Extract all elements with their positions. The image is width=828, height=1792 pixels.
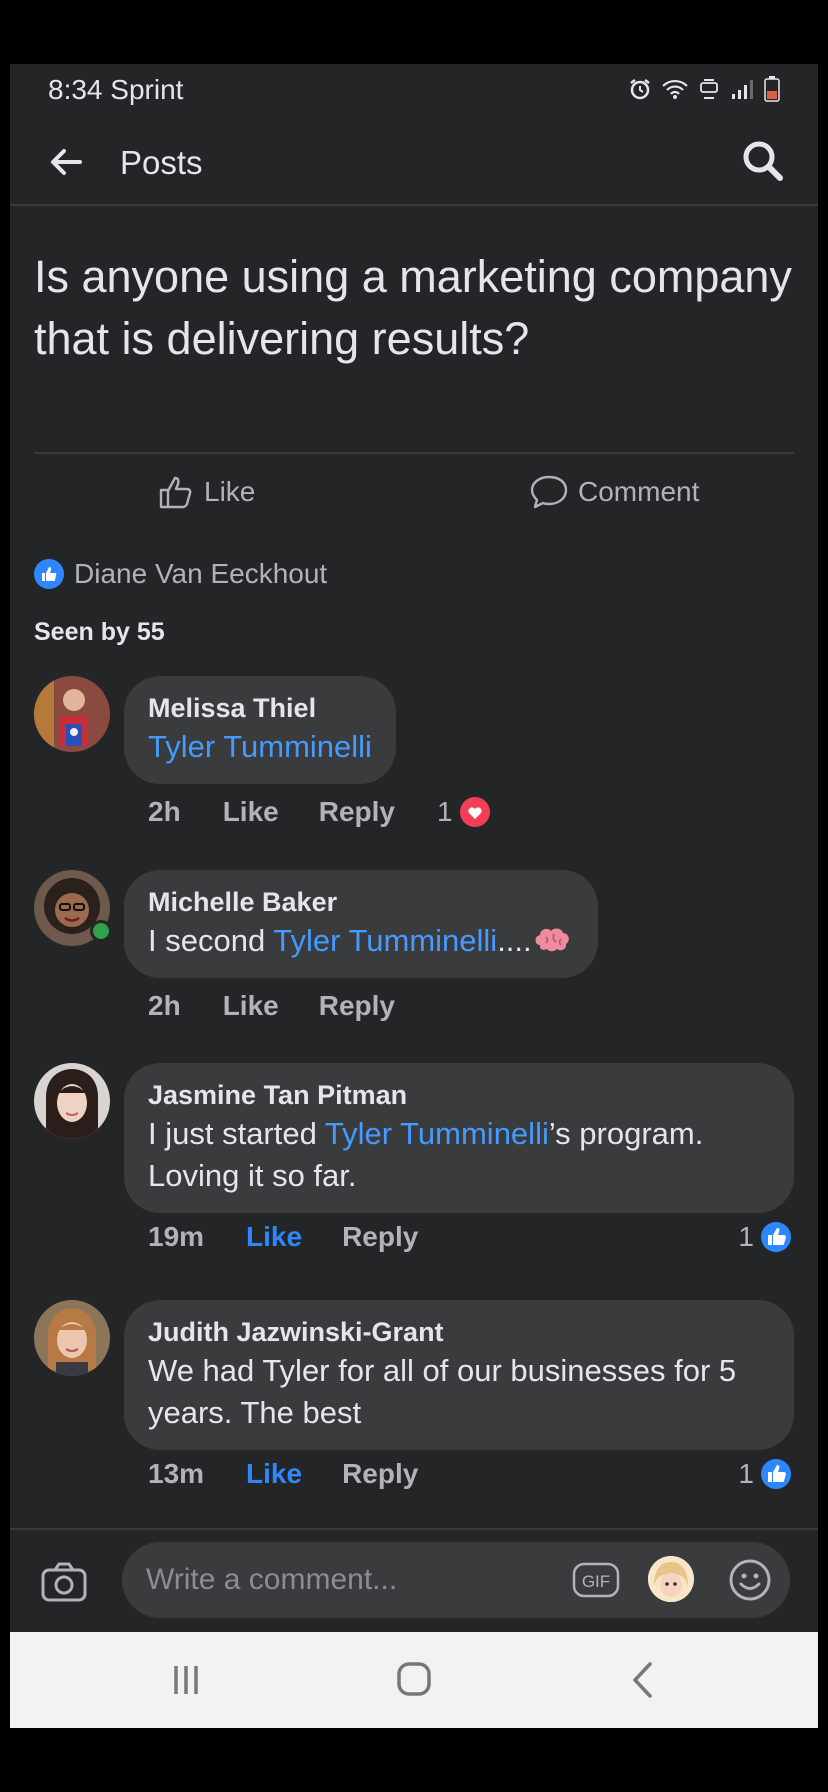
like-label: Like xyxy=(204,476,256,507)
avatar[interactable] xyxy=(34,1300,110,1376)
comment-like-button[interactable]: Like xyxy=(246,1221,302,1253)
reaction-count: 1 xyxy=(738,1221,754,1252)
home-icon[interactable] xyxy=(390,1658,438,1702)
comment-text: I just started Tyler Tumminelli’s progra… xyxy=(148,1113,770,1197)
reaction-count: 1 xyxy=(738,1458,754,1489)
comment-bubble[interactable]: Judith Jazwinski-Grant We had Tyler for … xyxy=(124,1300,794,1450)
status-bar: 8:34 Sprint xyxy=(10,64,818,116)
comment-time[interactable]: 2h xyxy=(148,796,181,828)
emoji-icon[interactable] xyxy=(728,1558,772,1602)
alarm-icon xyxy=(630,79,650,100)
comment-time[interactable]: 13m xyxy=(148,1458,204,1490)
thumbs-up-icon xyxy=(761,1222,791,1252)
commenter-name[interactable]: Melissa Thiel xyxy=(148,690,372,726)
commenter-name[interactable]: Judith Jazwinski-Grant xyxy=(148,1314,770,1350)
comment-reply-button[interactable]: Reply xyxy=(342,1221,418,1253)
comment-reactions[interactable]: 1 xyxy=(738,1458,792,1490)
thumbs-up-outline-icon xyxy=(159,476,192,509)
comment-text: We had Tyler for all of our businesses f… xyxy=(148,1353,737,1430)
status-time: 8:34 Sprint xyxy=(48,74,184,105)
back-icon[interactable] xyxy=(620,1658,668,1702)
comment-label: Comment xyxy=(578,476,700,507)
search-icon[interactable] xyxy=(740,138,786,184)
commenter-name[interactable]: Michelle Baker xyxy=(148,884,574,920)
online-status-dot xyxy=(90,920,112,942)
header-bar: Posts xyxy=(10,116,818,206)
volte-icon xyxy=(700,79,718,99)
comment-reactions[interactable]: 1 xyxy=(738,1221,792,1253)
comment-text: Tyler Tumminelli xyxy=(148,726,372,768)
camera-icon[interactable] xyxy=(40,1560,88,1604)
comment-reactions[interactable]: 1 xyxy=(437,796,491,828)
comment-meta: 13m Like Reply xyxy=(148,1458,418,1490)
comment-bubble[interactable]: Melissa Thiel Tyler Tumminelli xyxy=(124,676,396,784)
comment-bubble[interactable]: Jasmine Tan Pitman I just started Tyler … xyxy=(124,1063,794,1213)
gif-icon[interactable]: GIF xyxy=(572,1560,620,1600)
heart-icon xyxy=(459,797,490,827)
comment: Michelle Baker I second Tyler Tumminelli… xyxy=(10,870,818,1022)
battery-icon xyxy=(764,76,780,102)
comment: Judith Jazwinski-Grant We had Tyler for … xyxy=(10,1300,818,1490)
comment-button[interactable]: Comment xyxy=(530,474,699,510)
signal-icon xyxy=(732,80,753,99)
comment-time[interactable]: 2h xyxy=(148,990,181,1022)
mention-link[interactable]: Tyler Tumminelli xyxy=(325,1116,549,1151)
like-reaction-icon xyxy=(34,559,64,589)
comment: Jasmine Tan Pitman I just started Tyler … xyxy=(10,1063,818,1253)
comment-meta: 19m Like Reply xyxy=(148,1221,418,1253)
wifi-icon xyxy=(662,79,688,99)
mention-link[interactable]: Tyler Tumminelli xyxy=(148,729,372,764)
post-reactions[interactable]: Diane Van Eeckhout xyxy=(34,552,327,596)
seen-count[interactable]: Seen by 55 xyxy=(34,618,165,647)
back-arrow-icon[interactable] xyxy=(46,142,86,182)
avatar-sticker-icon[interactable] xyxy=(648,1556,694,1602)
comment-reply-button[interactable]: Reply xyxy=(319,796,395,828)
avatar[interactable] xyxy=(34,676,110,752)
comment-bubble-icon xyxy=(530,475,568,509)
comment: Melissa Thiel Tyler Tumminelli 2h Like R… xyxy=(10,676,818,828)
thumbs-up-icon xyxy=(761,1459,791,1489)
comment-reply-button[interactable]: Reply xyxy=(342,1458,418,1490)
comment-reply-button[interactable]: Reply xyxy=(319,990,395,1022)
comment-meta: 2h Like Reply xyxy=(148,990,395,1022)
divider xyxy=(10,1528,818,1530)
post-actions: Like Comment xyxy=(10,456,818,542)
comment-like-button[interactable]: Like xyxy=(223,990,279,1022)
divider xyxy=(34,452,794,454)
comment-text: I second Tyler Tumminelli.... xyxy=(148,920,574,962)
app-screen: 8:34 Sprint Posts Is anyone using a mark… xyxy=(10,64,818,1728)
comment-text-part: I second xyxy=(148,923,274,958)
comment-meta: 2h Like Reply 1 xyxy=(148,796,491,828)
reactor-name: Diane Van Eeckhout xyxy=(74,558,328,589)
comment-text-part: .... xyxy=(497,923,532,958)
page-title: Posts xyxy=(120,144,203,181)
comment-like-button[interactable]: Like xyxy=(223,796,279,828)
brain-emoji xyxy=(535,928,569,952)
mention-link[interactable]: Tyler Tumminelli xyxy=(273,923,497,958)
system-nav-bar xyxy=(10,1632,818,1728)
gif-label: GIF xyxy=(582,1572,610,1591)
post-text: Is anyone using a marketing company that… xyxy=(34,251,792,364)
comment-text-part: I just started xyxy=(148,1116,325,1151)
avatar[interactable] xyxy=(34,1063,110,1139)
comment-bubble[interactable]: Michelle Baker I second Tyler Tumminelli… xyxy=(124,870,598,978)
commenter-name[interactable]: Jasmine Tan Pitman xyxy=(148,1077,770,1113)
recent-apps-icon[interactable] xyxy=(162,1658,210,1702)
like-button[interactable]: Like xyxy=(158,474,255,510)
status-icons xyxy=(628,76,780,102)
comment-like-button[interactable]: Like xyxy=(246,1458,302,1490)
reaction-count: 1 xyxy=(436,796,453,827)
comment-time[interactable]: 19m xyxy=(148,1221,204,1253)
